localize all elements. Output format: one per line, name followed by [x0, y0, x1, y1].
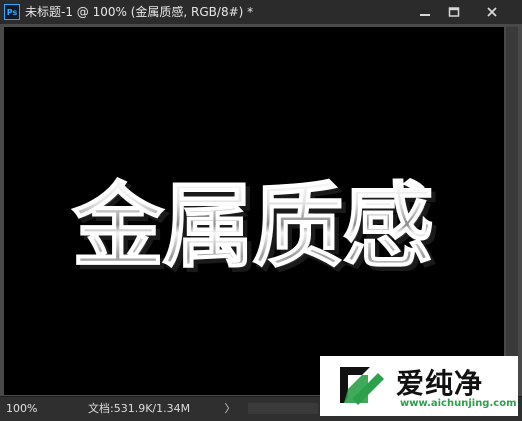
watermark-url: www.aichunjing.com — [400, 398, 517, 409]
minimize-icon — [420, 13, 430, 16]
horizontal-scrollbar[interactable] — [248, 403, 318, 414]
document-canvas[interactable]: 金属质感 金属质感 — [4, 27, 504, 395]
maximize-icon — [448, 6, 460, 17]
aichunjing-logo-icon — [340, 367, 384, 405]
close-icon — [487, 6, 497, 17]
vertical-scrollbar[interactable] — [506, 27, 518, 395]
document-info: 文档:531.9K/1.34M — [88, 402, 191, 415]
document-title: 未标题-1 @ 100% (金属质感, RGB/8#) * — [25, 5, 254, 19]
close-button[interactable] — [470, 3, 514, 20]
title-bar[interactable]: Ps 未标题-1 @ 100% (金属质感, RGB/8#) * — [0, 0, 522, 25]
watermark: 爱纯净 www.aichunjing.com — [320, 356, 518, 416]
photoshop-ps-icon: Ps — [4, 4, 20, 20]
watermark-brand: 爱纯净 — [396, 367, 484, 400]
metallic-text-artwork: 金属质感 金属质感 — [70, 172, 439, 285]
minimize-button[interactable] — [412, 3, 438, 20]
canvas-area: 金属质感 金属质感 — [0, 24, 522, 396]
metal-text-face: 金属质感 — [71, 173, 432, 280]
zoom-level[interactable]: 100% — [6, 401, 50, 417]
photoshop-document-window: Ps 未标题-1 @ 100% (金属质感, RGB/8#) * 金属质感 金属… — [0, 0, 522, 421]
maximize-button[interactable] — [441, 3, 467, 20]
status-menu-arrow-icon[interactable]: 〉 — [224, 401, 236, 417]
